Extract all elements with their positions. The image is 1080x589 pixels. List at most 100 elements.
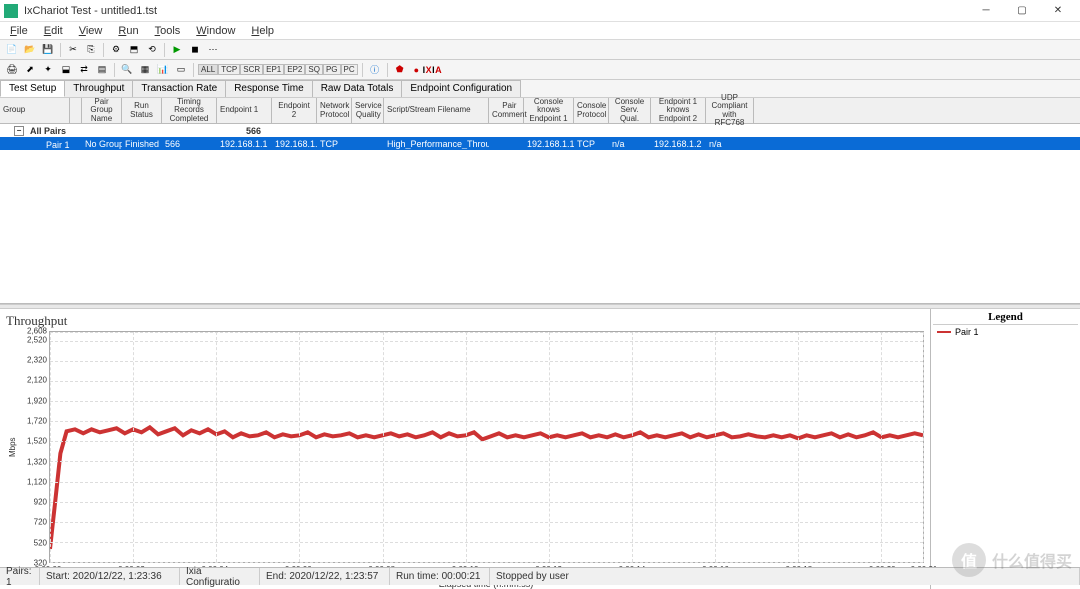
info-icon[interactable]: ⓘ [367,62,383,78]
filter-pc[interactable]: PC [341,64,358,75]
menu-edit[interactable]: Edit [36,23,71,39]
filter-icon[interactable]: ▤ [94,62,110,78]
grid-cell: 192.168.1.2 [272,139,317,149]
chart-icon[interactable]: 📊 [155,62,171,78]
gridline [50,332,923,333]
gridline [50,341,923,342]
group-timing: 566 [209,126,264,136]
col-header[interactable]: UDP Compliant with RFC768 [706,98,754,123]
run-icon[interactable]: ▶ [169,42,185,58]
split-icon[interactable]: ⬓ [58,62,74,78]
minimize-button[interactable]: ─ [968,1,1004,21]
tab-response-time[interactable]: Response Time [225,80,312,97]
maximize-button[interactable]: ▢ [1004,1,1040,21]
menu-file[interactable]: File [2,23,36,39]
filter-pg[interactable]: PG [323,64,341,75]
filter-ep2[interactable]: EP2 [284,64,305,75]
titlebar: IxChariot Test - untitled1.tst ─ ▢ ✕ [0,0,1080,22]
status-stopped: Stopped by user [490,568,1080,585]
menu-help[interactable]: Help [243,23,282,39]
status-start: Start: 2020/12/22, 1:23:36 [40,568,180,585]
col-header[interactable]: Group [0,98,70,123]
menu-tools[interactable]: Tools [147,23,189,39]
print-icon[interactable]: 🖨 [4,62,20,78]
more-icon[interactable]: ⋯ [205,42,221,58]
col-header[interactable]: Endpoint 1 [217,98,272,123]
col-header[interactable]: Endpoint 1 knows Endpoint 2 [651,98,706,123]
new-icon[interactable]: 📄 [4,42,20,58]
collapse-icon[interactable]: − [14,126,24,136]
group-label: All Pairs [27,126,77,136]
pair-row-1[interactable]: Pair 1No GroupFinished566192.168.1.1192.… [0,137,1080,150]
export-icon[interactable]: ⬈ [22,62,38,78]
col-header[interactable]: Endpoint 2 [272,98,317,123]
filter-scr[interactable]: SCR [240,64,263,75]
tab-raw-data-totals[interactable]: Raw Data Totals [312,80,403,97]
stop-icon[interactable]: ◼ [187,42,203,58]
cut-icon[interactable]: ✂ [65,42,81,58]
y-tick: 1,920 [27,396,47,405]
network-icon[interactable]: ✦ [40,62,56,78]
y-tick: 1,520 [27,437,47,446]
zoom-icon[interactable]: 🔍 [119,62,135,78]
save-icon[interactable]: 💾 [40,42,56,58]
y-tick: 1,720 [27,417,47,426]
gridline [299,332,300,562]
separator [164,43,165,57]
filter-tcp[interactable]: TCP [218,64,240,75]
group-row-all-pairs[interactable]: − All Pairs 566 [0,124,1080,137]
close-button[interactable]: ✕ [1040,1,1076,21]
stop2-icon[interactable]: ⬟ [392,62,408,78]
gridline [50,441,923,442]
tab-endpoint-configuration[interactable]: Endpoint Configuration [401,80,521,97]
gridline [50,381,923,382]
grid-body[interactable]: − All Pairs 566 Pair 1No GroupFinished56… [0,124,1080,304]
ixia-logo: ● IXIA [414,65,443,75]
grid-cell: 192.168.1.1 [524,139,574,149]
tab-transaction-rate[interactable]: Transaction Rate [132,80,226,97]
window-controls: ─ ▢ ✕ [968,1,1076,21]
col-header[interactable]: Run Status [122,98,162,123]
tab-throughput[interactable]: Throughput [64,80,133,97]
gridline [216,332,217,562]
col-header[interactable]: Console Protocol [574,98,609,123]
filter-ep1[interactable]: EP1 [263,64,284,75]
menu-run[interactable]: Run [110,23,146,39]
copy-icon[interactable]: ⎘ [83,42,99,58]
open-icon[interactable]: 📂 [22,42,38,58]
swap-icon[interactable]: ⇄ [76,62,92,78]
grid-icon[interactable]: ▦ [137,62,153,78]
separator [103,43,104,57]
pair-icon[interactable]: ⚙ [108,42,124,58]
col-header[interactable]: Timing Records Completed [162,98,217,123]
menu-window[interactable]: Window [188,23,243,39]
tab-test-setup[interactable]: Test Setup [0,80,65,97]
y-tick: 2,608 [27,327,47,336]
menu-view[interactable]: View [71,23,111,39]
layout-icon[interactable]: ▭ [173,62,189,78]
grid-cell: High_Performance_Throughput.scr [384,139,489,149]
col-header[interactable]: Console knows Endpoint 1 [524,98,574,123]
gridline [50,482,923,483]
legend-item-pair1[interactable]: Pair 1 [933,325,1078,339]
chart-plot[interactable] [49,331,924,563]
grid-cell: n/a [609,139,651,149]
grid-cell: Pair 1 [0,138,82,150]
chart-area: Throughput Mbps 3205207209201,1201,3201,… [0,309,1080,589]
filter-all[interactable]: ALL [198,64,218,75]
gridline [50,332,51,562]
col-header[interactable]: Network Protocol [317,98,352,123]
col-header[interactable]: Script/Stream Filename [384,98,489,123]
replicate-icon[interactable]: ⟲ [144,42,160,58]
col-header[interactable]: Console Serv. Qual. [609,98,651,123]
legend-swatch [937,331,951,333]
filter-sq[interactable]: SQ [305,64,323,75]
gridline [632,332,633,562]
col-header[interactable]: Pair Comment [489,98,524,123]
col-header[interactable]: Pair Group Name [82,98,122,123]
multicast-icon[interactable]: ⬒ [126,42,142,58]
gridline [50,502,923,503]
col-header[interactable] [70,98,82,123]
col-header[interactable]: Service Quality [352,98,384,123]
y-tick: 2,320 [27,356,47,365]
